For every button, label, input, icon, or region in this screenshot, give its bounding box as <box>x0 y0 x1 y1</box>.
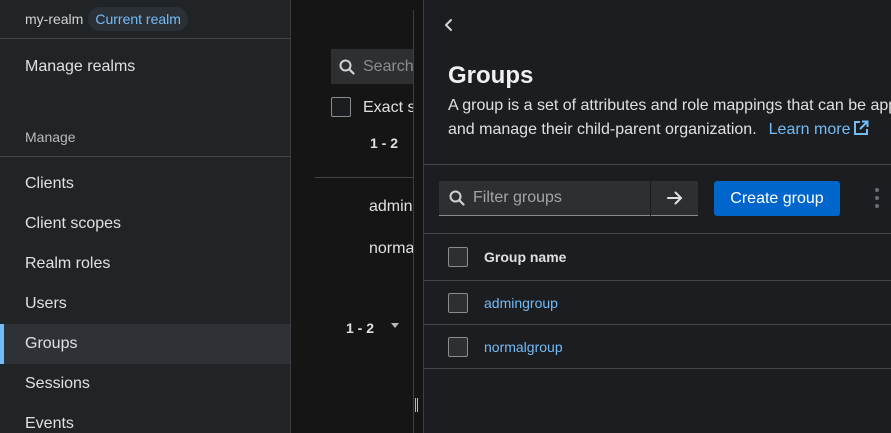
filter-groups-input-wrapper <box>439 181 650 216</box>
sidebar-item-client-scopes[interactable]: Client scopes <box>0 204 290 244</box>
resize-handle[interactable] <box>415 398 420 414</box>
row-checkbox[interactable] <box>448 292 468 313</box>
background-pagination-bottom[interactable]: 1 - 2 <box>346 320 374 336</box>
external-link-icon <box>854 120 869 135</box>
exact-search-label: Exact s <box>363 99 413 116</box>
search-icon <box>339 59 355 75</box>
sidebar-item-realm-roles[interactable]: Realm roles <box>0 244 290 284</box>
table-row: normalgroup <box>424 325 891 369</box>
section-divider <box>0 156 290 157</box>
filter-groups-input[interactable] <box>473 189 633 207</box>
sidebar: my-realm Current realm Manage realms Man… <box>0 0 291 433</box>
realm-selector[interactable]: my-realm Current realm <box>0 0 290 39</box>
description-line: and manage their child-parent organizati… <box>448 118 891 142</box>
header-divider <box>424 164 891 165</box>
description-text: and manage their child-parent organizati… <box>448 121 757 138</box>
background-page: Search Exact s 1 - 2 admin norma 1 - 2 <box>291 0 413 433</box>
sidebar-item-sessions[interactable]: Sessions <box>0 364 290 404</box>
background-search-input[interactable]: Search <box>331 49 413 84</box>
sidebar-item-events[interactable]: Events <box>0 404 290 433</box>
learn-more-label: Learn more <box>768 121 851 138</box>
background-divider <box>315 177 413 178</box>
caret-down-icon[interactable] <box>391 323 399 328</box>
table-row: admingroup <box>424 281 891 325</box>
arrow-right-icon <box>666 191 682 205</box>
background-list-item[interactable]: norma <box>369 240 413 258</box>
app-root: my-realm Current realm Manage realms Man… <box>0 0 891 433</box>
realm-name: my-realm <box>25 11 84 27</box>
background-search-placeholder: Search <box>363 57 413 75</box>
table-header: Group name <box>424 233 891 281</box>
search-icon <box>449 190 465 206</box>
page-title: Groups <box>448 62 534 89</box>
group-name-link[interactable]: normalgroup <box>484 339 563 355</box>
chevron-left-icon[interactable] <box>442 18 456 32</box>
groups-drawer: Groups A group is a set of attributes an… <box>423 0 891 433</box>
select-all-checkbox[interactable] <box>448 247 468 267</box>
panel-splitter <box>413 10 414 433</box>
page-description: A group is a set of attributes and role … <box>448 94 891 142</box>
group-name-link[interactable]: admingroup <box>484 295 558 311</box>
row-checkbox[interactable] <box>448 336 468 357</box>
sidebar-item-groups[interactable]: Groups <box>0 324 290 364</box>
sidebar-item-clients[interactable]: Clients <box>0 164 290 204</box>
sidebar-item-users[interactable]: Users <box>0 284 290 324</box>
kebab-menu-icon[interactable] <box>874 188 880 208</box>
groups-table: Group name admingroup normalgroup <box>424 233 891 369</box>
background-list-item[interactable]: admin <box>369 198 413 216</box>
sidebar-nav: Clients Client scopes Realm roles Users … <box>0 164 290 433</box>
background-pagination-top[interactable]: 1 - 2 <box>370 135 398 151</box>
learn-more-link[interactable]: Learn more <box>768 120 870 138</box>
search-submit-button[interactable] <box>651 181 698 216</box>
manage-realms-link[interactable]: Manage realms <box>25 58 135 76</box>
create-group-button[interactable]: Create group <box>714 181 840 216</box>
exact-search-checkbox[interactable] <box>331 97 351 117</box>
column-header-group-name[interactable]: Group name <box>484 249 566 265</box>
description-line: A group is a set of attributes and role … <box>448 97 891 114</box>
current-realm-badge: Current realm <box>88 7 188 31</box>
section-title-manage: Manage <box>25 129 76 145</box>
